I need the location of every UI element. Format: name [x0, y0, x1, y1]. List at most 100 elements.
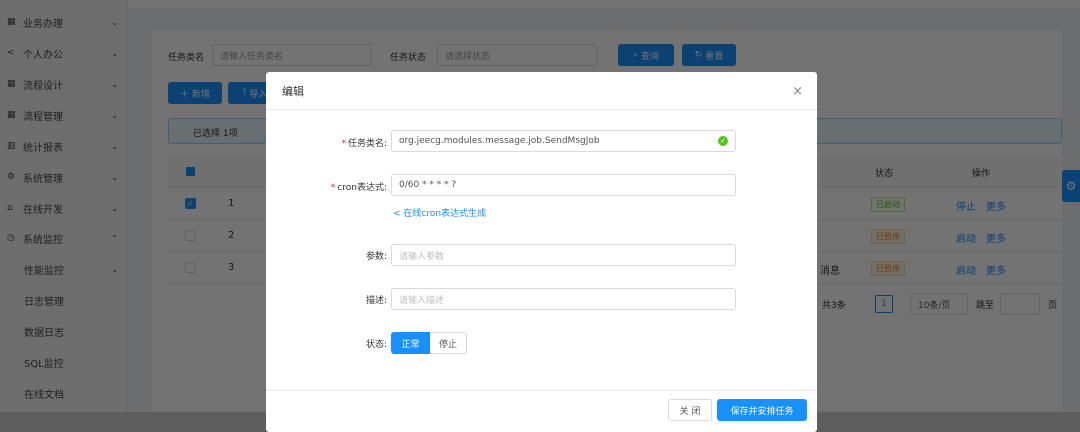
stop-link[interactable]: 停止 — [956, 198, 976, 213]
cron-generator-link[interactable]: < 在线cron表达式生成 — [393, 206, 486, 219]
add-button[interactable]: ＋ 新增 — [168, 82, 222, 104]
desc-input[interactable]: 请输入描述 — [391, 288, 736, 310]
menu-item-system-monitor[interactable]: ◷ 系统监控 ⌃ — [0, 226, 128, 250]
menu-item-flow-manage[interactable]: ▦ 流程管理 ⌄ — [0, 103, 128, 127]
link-text: 在线cron表达式生成 — [403, 209, 487, 219]
status-badge: 已暂停 — [871, 229, 905, 244]
status-header: 状态 — [875, 169, 894, 179]
check-circle-icon: ✓ — [718, 136, 728, 146]
input-value: org.jeecg.modules.message.job.SendMsgJob — [399, 136, 600, 146]
chart-icon: ▥ — [7, 141, 16, 151]
goto-input[interactable] — [1000, 293, 1040, 315]
menu-label: 流程管理 — [23, 111, 63, 123]
job-class-input[interactable]: org.jeecg.modules.message.job.SendMsgJob… — [391, 130, 736, 152]
modal-header: 编辑 — [266, 72, 817, 110]
placeholder: 请输入描述 — [399, 295, 445, 306]
page-size-select[interactable]: 10条/页 — [910, 293, 968, 315]
menu-item-personal-office[interactable]: < 个人办公 ⌄ — [0, 41, 128, 65]
menu-label: 在线文档 — [24, 389, 64, 401]
menu-label: 统计报表 — [23, 142, 63, 154]
placeholder: 请输入任务类名 — [220, 51, 284, 62]
menu-item-business[interactable]: ▦ 业务办理 ⌄ — [0, 10, 128, 34]
menu-icon: ▦ — [7, 17, 16, 27]
top-header — [128, 0, 1080, 8]
search-name-label: 任务类名 — [168, 53, 205, 63]
desc-label: 描述: — [365, 296, 387, 306]
submenu-data-logs[interactable]: 数据日志 — [0, 319, 128, 343]
menu-icon: ▦ — [7, 79, 16, 89]
status-badge: 已启动 — [871, 197, 905, 212]
row-number: 3 — [228, 262, 235, 273]
save-and-schedule-button[interactable]: 保存并安排任务 — [717, 399, 807, 421]
menu-item-online-dev[interactable]: ⌂ 在线开发 ⌄ — [0, 196, 128, 220]
menu-item-flow-design[interactable]: ▦ 流程设计 ⌄ — [0, 72, 128, 96]
menu-label: 日志管理 — [24, 296, 64, 308]
placeholder: 请输入参数 — [399, 251, 445, 262]
search-name-input[interactable]: 请输入任务类名 — [212, 44, 372, 66]
chevron-down-icon: ⌄ — [111, 48, 118, 58]
status-stop-radio[interactable]: 停止 — [430, 332, 467, 354]
start-link[interactable]: 启动 — [956, 262, 976, 277]
modal-footer — [266, 390, 817, 391]
submenu-logs[interactable]: 日志管理 — [0, 288, 128, 312]
search-status-label: 任务状态 — [390, 53, 427, 63]
menu-label: 个人办公 — [23, 49, 63, 61]
chevron-down-icon: ⌄ — [111, 79, 118, 89]
close-button[interactable]: 关 闭 — [668, 399, 712, 421]
home-icon: ⌂ — [7, 203, 13, 213]
row-number: 2 — [228, 230, 235, 241]
settings-drawer-toggle[interactable]: ⚙ — [1062, 170, 1080, 202]
cron-label: * cron表达式: — [330, 183, 387, 193]
page-1-button[interactable]: 1 — [875, 295, 893, 313]
status-badge: 已暂停 — [871, 261, 905, 276]
select-all-checkbox[interactable] — [186, 167, 195, 176]
gear-icon: ⚙ — [7, 172, 16, 182]
close-icon[interactable]: × — [792, 84, 803, 99]
menu-item-reports[interactable]: ▥ 统计报表 ⌄ — [0, 134, 128, 158]
row-checkbox[interactable] — [185, 262, 196, 273]
param-input[interactable]: 请输入参数 — [391, 244, 736, 266]
chevron-down-icon: ⌄ — [111, 110, 118, 120]
edit-modal: 编辑 × * 任务类名: org.jeecg.modules.message.jo… — [266, 72, 817, 432]
placeholder: 请选择状态 — [445, 51, 491, 62]
submenu-sql-monitor[interactable]: SQL监控 — [0, 350, 128, 374]
reset-label: 重置 — [705, 51, 724, 62]
label-text: cron表达式: — [337, 183, 387, 193]
row-checkbox[interactable] — [185, 230, 196, 241]
submenu-docs[interactable]: 在线文档 — [0, 381, 128, 405]
menu-label: 性能监控 — [24, 265, 64, 277]
submenu-performance[interactable]: 性能监控 ⌄ — [0, 257, 128, 281]
cron-input[interactable]: 0/60 * * * * ? — [391, 174, 736, 196]
add-label: 新增 — [191, 89, 210, 100]
input-value: 0/60 * * * * ? — [399, 180, 457, 190]
gear-icon: ⚙ — [1065, 179, 1077, 193]
menu-item-system-manage[interactable]: ⚙ 系统管理 ⌄ — [0, 165, 128, 189]
reset-button[interactable]: ↻ 重置 — [682, 44, 736, 66]
more-link[interactable]: 更多 — [986, 230, 1006, 245]
start-link[interactable]: 启动 — [956, 230, 976, 245]
upload-icon: ⤒ — [242, 88, 250, 98]
pagination-total: 共3条 — [822, 301, 846, 311]
chevron-down-icon: ⌄ — [111, 172, 118, 182]
share-icon: < — [393, 209, 404, 219]
chevron-up-icon: ⌃ — [111, 233, 118, 243]
clock-icon: ◷ — [7, 233, 15, 243]
row-text: 消息 — [820, 266, 840, 277]
query-label: 查询 — [640, 51, 659, 62]
menu-label: 系统管理 — [23, 173, 63, 185]
row-checkbox-checked[interactable]: ✓ — [185, 198, 196, 209]
chevron-down-icon: ⌄ — [111, 203, 118, 213]
status-normal-radio[interactable]: 正常 — [391, 332, 430, 354]
chevron-down-icon: ⌄ — [111, 17, 118, 27]
search-status-select[interactable]: 请选择状态 — [437, 44, 597, 66]
modal-title: 编辑 — [282, 84, 304, 98]
search-icon: ⌕ — [633, 50, 641, 60]
more-link[interactable]: 更多 — [986, 262, 1006, 277]
row-number: 1 — [228, 198, 235, 209]
label-text: 任务类名: — [347, 139, 387, 149]
query-button[interactable]: ⌕ 查询 — [618, 44, 674, 66]
more-link[interactable]: 更多 — [986, 198, 1006, 213]
job-class-label: * 任务类名: — [341, 139, 387, 149]
plus-icon: ＋ — [180, 89, 192, 100]
menu-label: 业务办理 — [23, 18, 63, 30]
